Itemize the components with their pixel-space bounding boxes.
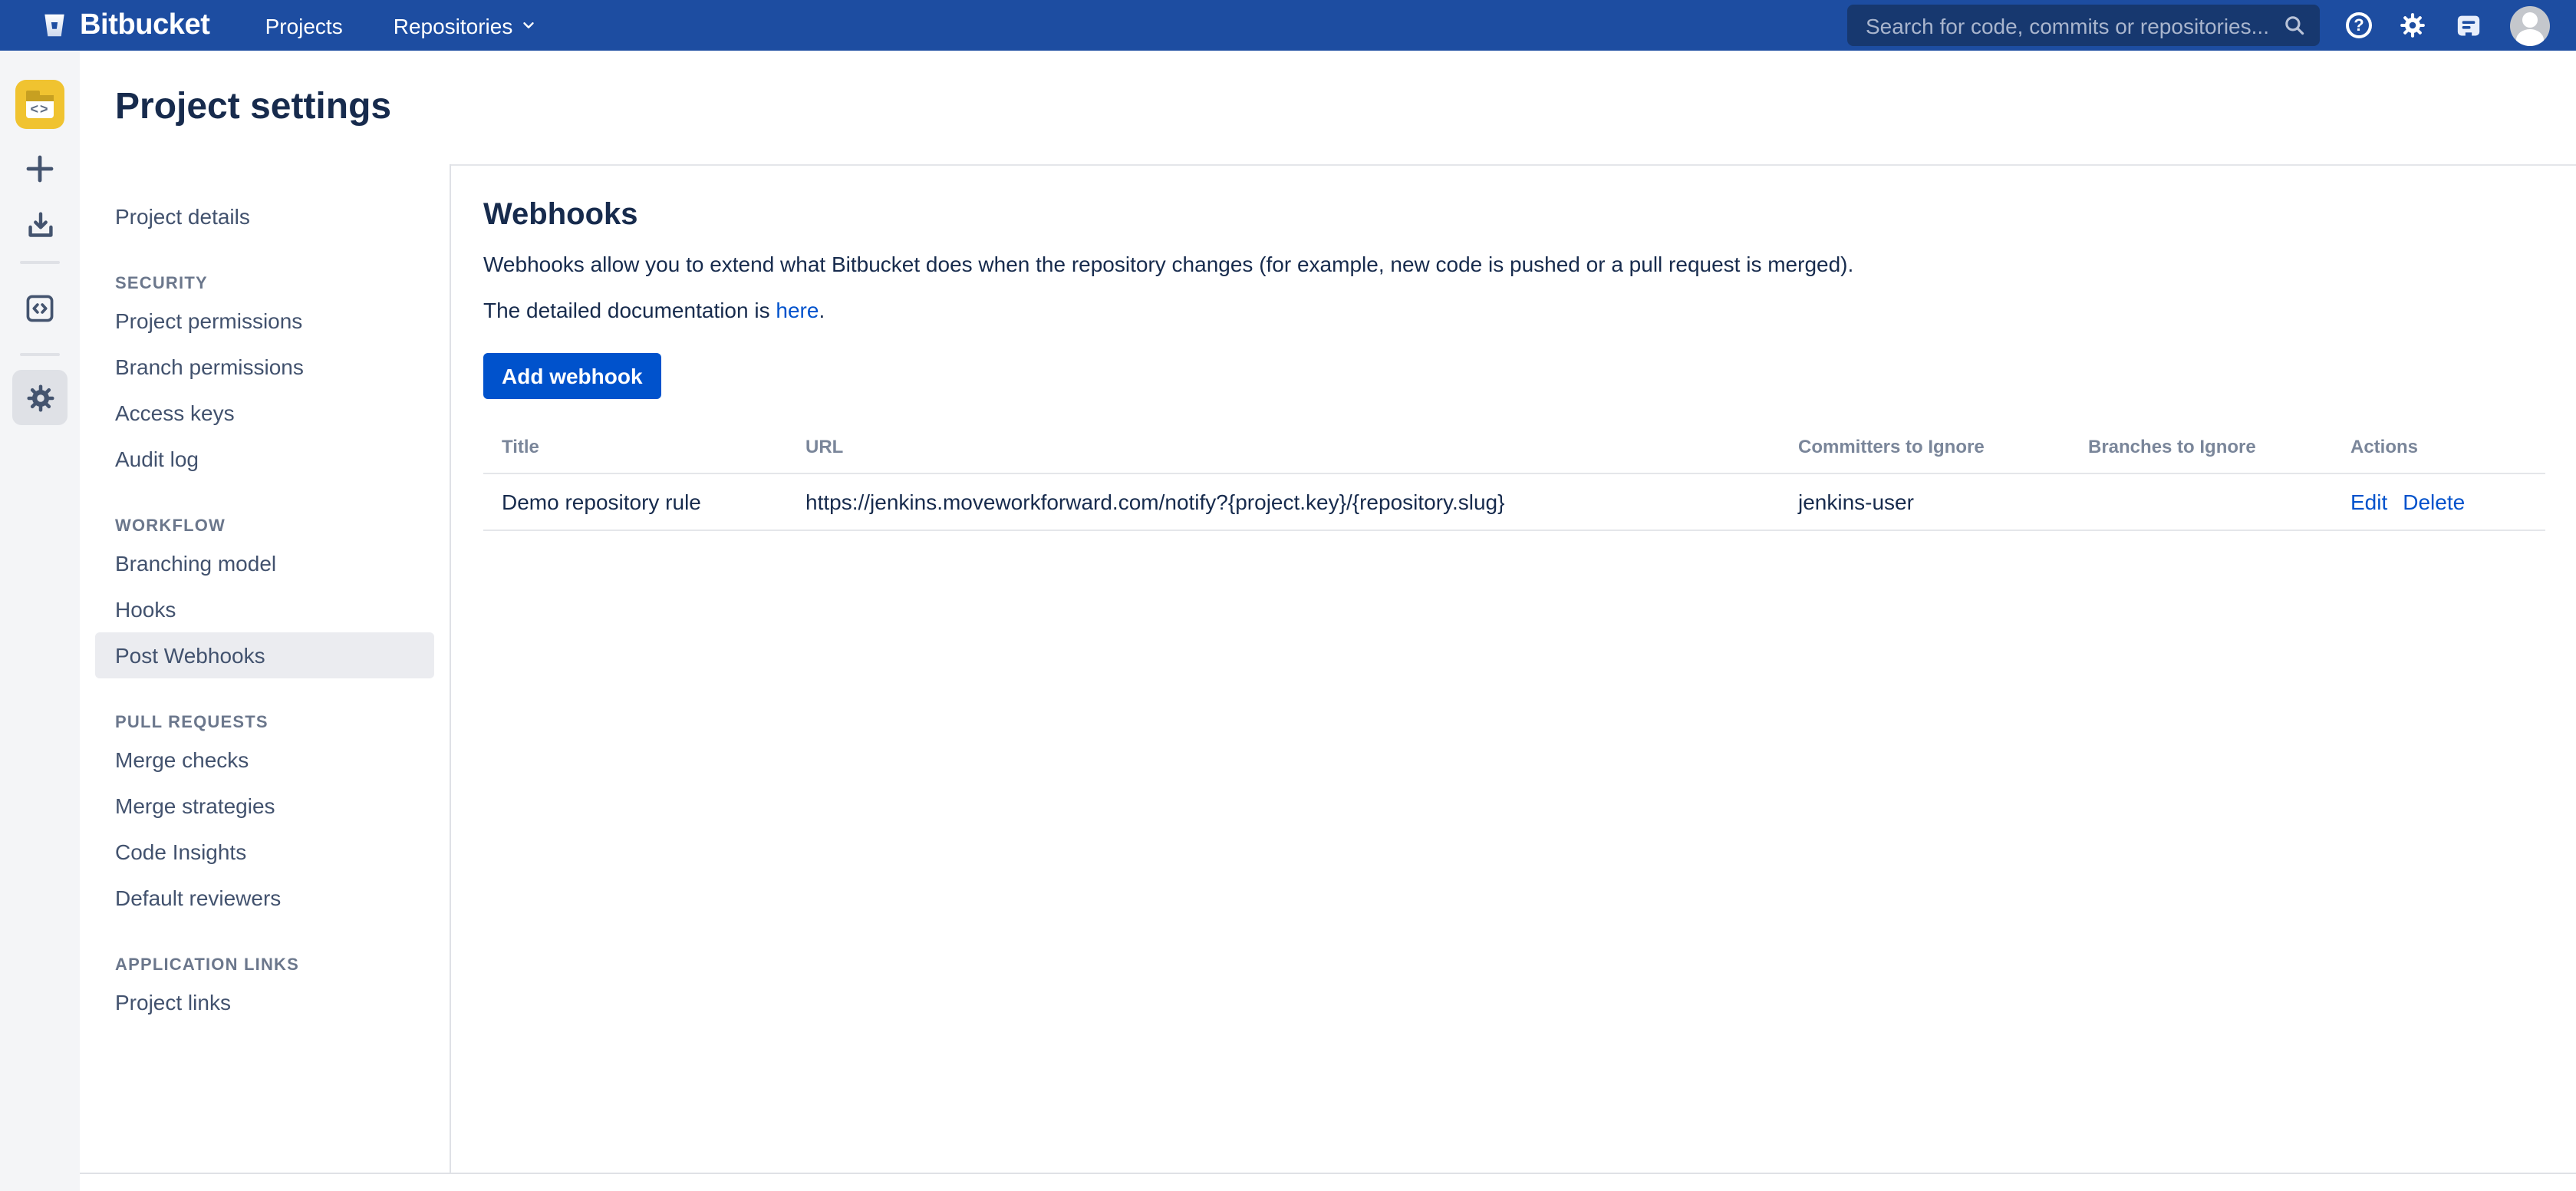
webhooks-doc-line: The detailed documentation is here.	[483, 295, 2545, 325]
settings-nav-item-project-details[interactable]: Project details	[80, 193, 450, 239]
project-settings-page: Project settings Project details SECURIT…	[80, 51, 2576, 1191]
plus-icon	[21, 150, 58, 187]
nav-item-repositories-label: Repositories	[394, 13, 513, 38]
column-header-title: Title	[483, 421, 787, 473]
settings-nav-item-merge-strategies[interactable]: Merge strategies	[80, 783, 450, 829]
webhook-url-cell: https://jenkins.moveworkforward.com/noti…	[787, 473, 1780, 530]
settings-nav-section-pull-requests: PULL REQUESTS	[80, 714, 450, 732]
bitbucket-logo-icon	[40, 11, 69, 40]
settings-nav-item-default-reviewers[interactable]: Default reviewers	[80, 875, 450, 921]
bitbucket-home-link[interactable]: Bitbucket	[40, 8, 210, 42]
table-header-row: Title URL Committers to Ignore Branches …	[483, 421, 2545, 473]
nav-item-projects-label: Projects	[265, 13, 343, 38]
webhook-branches-cell	[2070, 473, 2332, 530]
rail-divider	[20, 353, 60, 356]
webhooks-description: Webhooks allow you to extend what Bitbuc…	[483, 249, 2545, 279]
app-icon-rail: <>	[0, 51, 80, 1191]
settings-nav-section-workflow: WORKFLOW	[80, 517, 450, 536]
webhooks-table: Title URL Committers to Ignore Branches …	[483, 421, 2545, 531]
nav-item-repositories[interactable]: Repositories	[394, 13, 538, 38]
settings-nav-item-branching-model[interactable]: Branching model	[80, 540, 450, 586]
settings-gear-icon	[24, 381, 56, 414]
chevron-down-icon	[520, 17, 537, 34]
top-nav: Bitbucket Projects Repositories	[0, 0, 2576, 51]
doc-line-suffix: .	[819, 298, 825, 322]
doc-line-text: The detailed documentation is	[483, 298, 776, 322]
table-row: Demo repository rule https://jenkins.mov…	[483, 473, 2545, 530]
settings-nav-item-branch-permissions[interactable]: Branch permissions	[80, 344, 450, 390]
settings-nav: Project details SECURITY Project permiss…	[80, 164, 451, 1173]
footer-strip	[80, 1174, 2576, 1191]
download-icon	[22, 208, 58, 243]
rail-item-settings-active[interactable]	[12, 370, 68, 425]
clone-button[interactable]	[21, 207, 58, 244]
settings-nav-section-application-links: APPLICATION LINKS	[80, 956, 450, 975]
delete-link[interactable]: Delete	[2403, 490, 2465, 514]
column-header-actions: Actions	[2332, 421, 2545, 473]
settings-nav-item-hooks[interactable]: Hooks	[80, 586, 450, 632]
top-nav-right: ?	[1847, 5, 2550, 46]
settings-nav-section-security: SECURITY	[80, 275, 450, 293]
search-icon[interactable]	[2281, 12, 2308, 38]
search-input[interactable]	[1863, 12, 2281, 39]
page-header: Project settings	[80, 51, 2576, 164]
webhooks-panel: Webhooks Webhooks allow you to extend wh…	[451, 164, 2576, 1173]
gear-icon[interactable]	[2398, 11, 2427, 40]
column-header-url: URL	[787, 421, 1780, 473]
settings-nav-item-access-keys[interactable]: Access keys	[80, 390, 450, 436]
webhook-committers-cell: jenkins-user	[1780, 473, 2070, 530]
page-title: Project settings	[115, 86, 391, 129]
webhook-actions-cell: Edit Delete	[2332, 473, 2545, 530]
documentation-link[interactable]: here	[776, 298, 819, 322]
settings-nav-item-audit-log[interactable]: Audit log	[80, 436, 450, 482]
webhooks-heading: Webhooks	[483, 198, 2545, 233]
rail-divider	[20, 261, 60, 264]
global-search[interactable]	[1847, 5, 2320, 46]
project-avatar-code-glyph: <>	[26, 100, 54, 118]
create-button[interactable]	[21, 150, 58, 187]
top-nav-menu: Projects Repositories	[265, 13, 538, 38]
help-icon[interactable]: ?	[2346, 12, 2372, 38]
project-avatar[interactable]: <>	[15, 80, 64, 129]
settings-nav-item-code-insights[interactable]: Code Insights	[80, 829, 450, 875]
user-avatar[interactable]	[2510, 5, 2550, 45]
add-webhook-button[interactable]: Add webhook	[483, 353, 661, 399]
column-header-committers: Committers to Ignore	[1780, 421, 2070, 473]
bitbucket-app: Bitbucket Projects Repositories	[0, 0, 2576, 1191]
settings-nav-item-post-webhooks[interactable]: Post Webhooks	[95, 632, 434, 678]
brand-wordmark: Bitbucket	[80, 8, 210, 42]
settings-nav-item-project-links[interactable]: Project links	[80, 979, 450, 1025]
webhook-title-cell: Demo repository rule	[483, 473, 787, 530]
edit-link[interactable]: Edit	[2350, 490, 2387, 514]
code-brackets-icon	[23, 292, 57, 325]
settings-nav-item-merge-checks[interactable]: Merge checks	[80, 737, 450, 783]
nav-item-projects[interactable]: Projects	[265, 13, 343, 38]
column-header-branches: Branches to Ignore	[2070, 421, 2332, 473]
repository-source-button[interactable]	[21, 290, 58, 327]
feedback-panel-icon[interactable]	[2453, 10, 2484, 41]
settings-nav-item-project-permissions[interactable]: Project permissions	[80, 298, 450, 344]
